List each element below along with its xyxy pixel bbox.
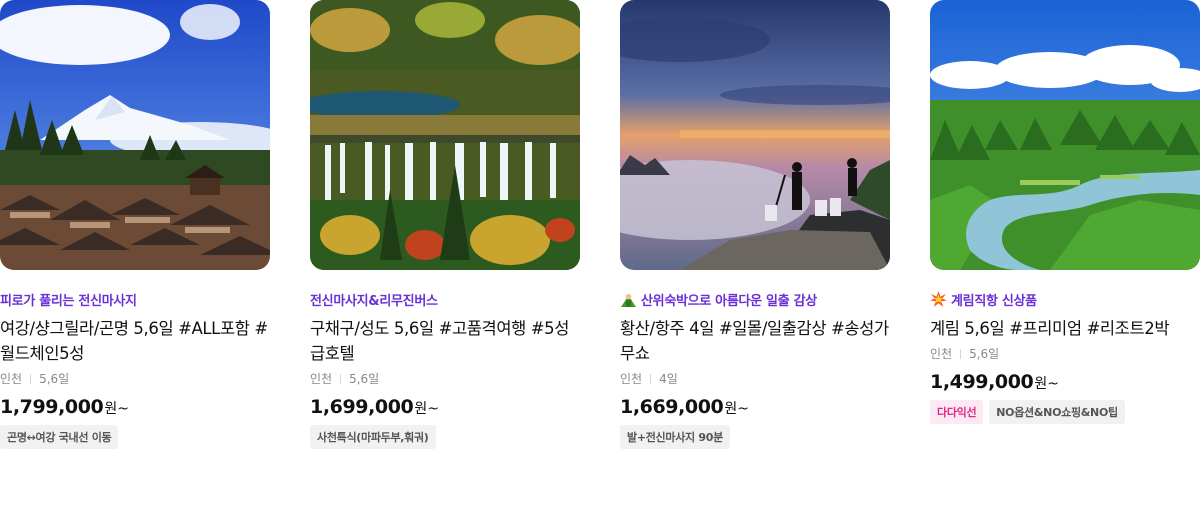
trip-duration: 5,6일 [969, 347, 1000, 361]
departure-city: 인천 [930, 347, 953, 361]
departure-city: 인천 [0, 372, 23, 386]
product-price: 1,699,000 원~ [310, 396, 580, 418]
product-price: 1,669,000 원~ [620, 396, 890, 418]
promo-text: 전신마사지&리무진버스 [310, 293, 438, 309]
product-meta: 인천 4일 [620, 370, 890, 387]
product-price: 1,799,000 원~ [0, 396, 270, 418]
product-tag: NO옵션&NO쇼핑&NO팁 [989, 400, 1125, 424]
product-image-guilin[interactable] [930, 0, 1200, 270]
promo-text: 피로가 풀리는 전신마사지 [0, 293, 137, 309]
product-meta: 인천 5,6일 [0, 370, 270, 387]
price-amount: 1,799,000 [0, 396, 104, 418]
meta-divider [650, 373, 652, 384]
departure-city: 인천 [620, 372, 643, 386]
price-amount: 1,499,000 [930, 371, 1034, 393]
price-amount: 1,699,000 [310, 396, 414, 418]
product-tags: 발+전신마사지 90분 [620, 425, 890, 449]
trip-duration: 4일 [659, 372, 678, 386]
product-title[interactable]: 구채구/성도 5,6일 #고품격여행 #5성급호텔 [310, 316, 580, 366]
product-tag-highlight: 다다익선 [930, 400, 984, 424]
promo-text: 산위숙박으로 아름다운 일출 감상 [641, 293, 817, 309]
price-unit: 원~ [724, 401, 750, 417]
price-amount: 1,669,000 [620, 396, 724, 418]
price-unit: 원~ [104, 401, 130, 417]
product-card[interactable]: 산위숙박으로 아름다운 일출 감상 황산/항주 4일 #일몰/일출감상 #송성가… [620, 0, 890, 449]
trip-duration: 5,6일 [349, 372, 380, 386]
product-tag: 발+전신마사지 90분 [620, 425, 730, 449]
product-card[interactable]: 피로가 풀리는 전신마사지 여강/샹그릴라/곤명 5,6일 #ALL포함 #월드… [0, 0, 270, 449]
product-card[interactable]: 전신마사지&리무진버스 구채구/성도 5,6일 #고품격여행 #5성급호텔 인천… [310, 0, 580, 449]
product-title[interactable]: 여강/샹그릴라/곤명 5,6일 #ALL포함 #월드체인5성 [0, 316, 270, 366]
product-image-huangshan[interactable] [620, 0, 890, 270]
price-unit: 원~ [414, 401, 440, 417]
product-price: 1,499,000 원~ [930, 371, 1200, 393]
product-meta: 인천 5,6일 [310, 370, 580, 387]
meta-divider [960, 348, 962, 359]
trip-duration: 5,6일 [39, 372, 70, 386]
collision-icon [930, 290, 947, 307]
product-tags: 사천특식(마파두부,훠궈) [310, 425, 580, 449]
product-tags: 다다익선 NO옵션&NO쇼핑&NO팁 [930, 400, 1200, 424]
product-card[interactable]: 계림직항 신상품 계림 5,6일 #프리미엄 #리조트2박 인천 5,6일 1,… [930, 0, 1200, 424]
promo-label: 피로가 풀리는 전신마사지 [0, 290, 270, 309]
product-meta: 인천 5,6일 [930, 345, 1200, 362]
promo-text: 계림직항 신상품 [951, 293, 1037, 309]
departure-city: 인천 [310, 372, 333, 386]
product-tag: 곤명↔여강 국내선 이동 [0, 425, 119, 449]
product-image-jiuzhaigou[interactable] [310, 0, 580, 270]
product-title[interactable]: 황산/항주 4일 #일몰/일출감상 #송성가무쇼 [620, 316, 890, 366]
product-card-list: 피로가 풀리는 전신마사지 여강/샹그릴라/곤명 5,6일 #ALL포함 #월드… [0, 0, 1200, 516]
mountain-person-icon [620, 293, 637, 307]
product-image-lijiang[interactable] [0, 0, 270, 270]
meta-divider [340, 373, 342, 384]
product-tag: 사천특식(마파두부,훠궈) [310, 425, 436, 449]
product-title[interactable]: 계림 5,6일 #프리미엄 #리조트2박 [930, 316, 1200, 341]
promo-label: 전신마사지&리무진버스 [310, 290, 580, 309]
promo-label: 계림직항 신상품 [930, 290, 1200, 309]
product-tags: 곤명↔여강 국내선 이동 [0, 425, 270, 449]
meta-divider [30, 373, 32, 384]
price-unit: 원~ [1034, 376, 1060, 392]
promo-label: 산위숙박으로 아름다운 일출 감상 [620, 290, 890, 309]
